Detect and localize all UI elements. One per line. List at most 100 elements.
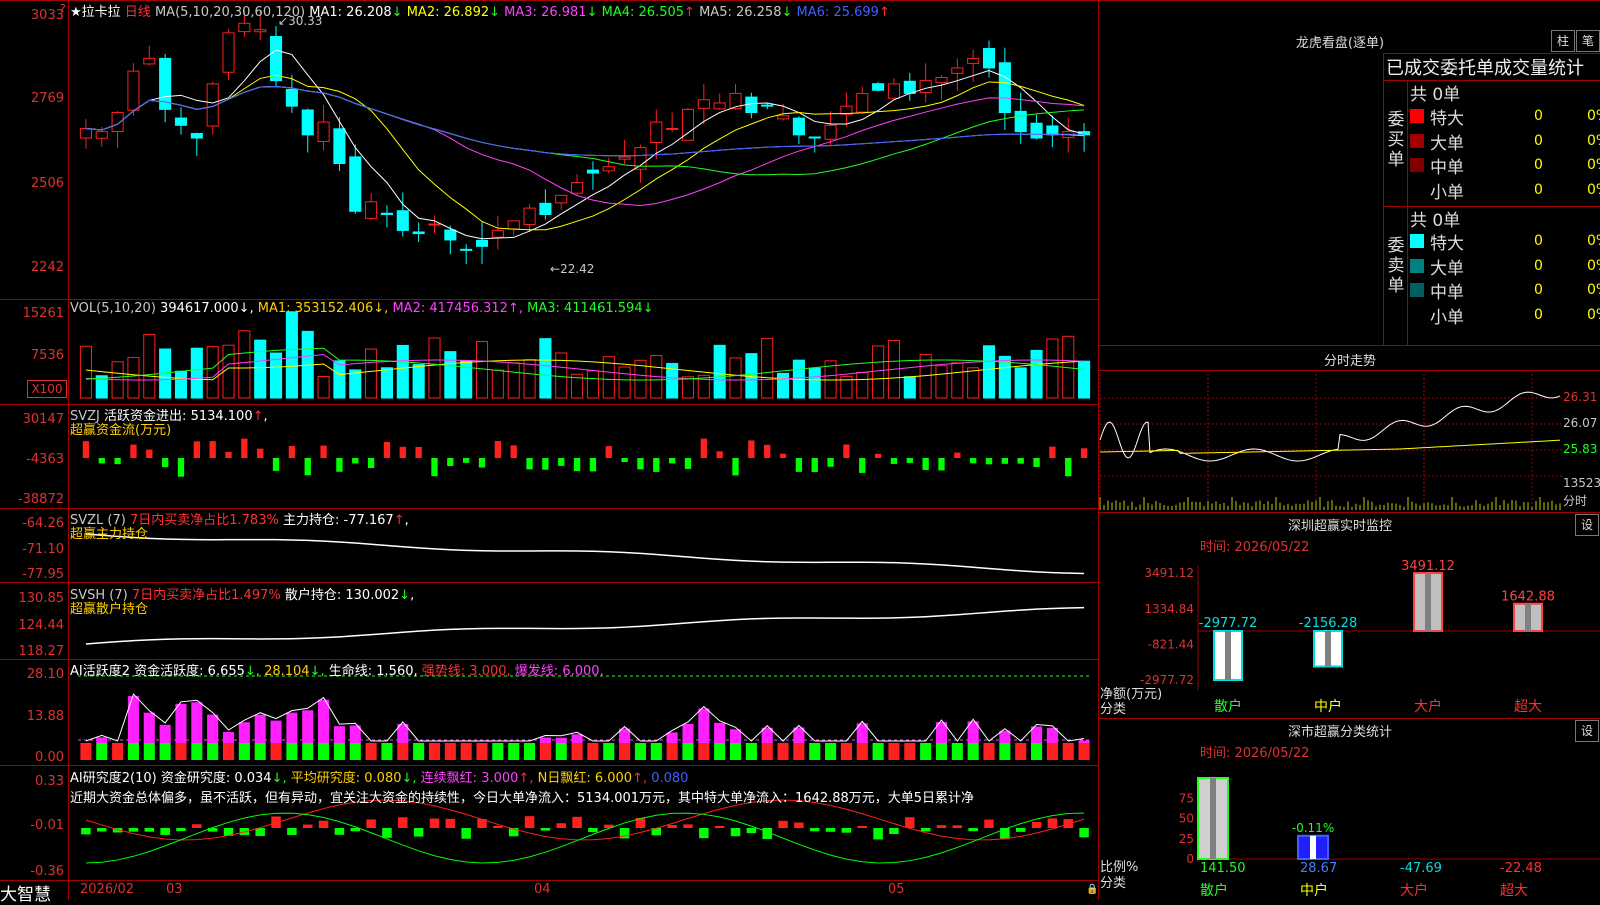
class-settings-button[interactable]: 设 <box>1575 720 1599 742</box>
fund-flow-bar <box>700 438 707 458</box>
volume-bar <box>412 364 425 399</box>
candle-body <box>903 80 916 94</box>
volume-bar <box>967 367 980 399</box>
activity-base-bar <box>967 743 979 760</box>
activity-bar <box>191 702 203 743</box>
research-bar <box>588 828 598 833</box>
y-label-svsh-1: 124.44 <box>18 618 65 633</box>
candle-body <box>982 48 996 69</box>
volume-bar <box>285 311 298 399</box>
activity-base-bar <box>524 743 536 760</box>
research-bar <box>936 825 947 828</box>
activity-base-bar <box>825 743 837 760</box>
candle-body <box>475 239 489 247</box>
activity-base-bar <box>761 743 773 760</box>
sell-row-name: 小单 <box>1430 307 1464 328</box>
volume-bar <box>777 372 790 399</box>
activity-base-bar <box>191 743 203 760</box>
research-bar <box>413 828 424 837</box>
vol-ma1: 353152.406 <box>294 301 374 316</box>
candle-body <box>808 136 821 139</box>
ma-item-6: MA6: 25.699↑ <box>796 5 890 20</box>
volume-bar <box>143 333 156 399</box>
activity-base-bar <box>856 743 868 760</box>
sell-row-3: 小单 0 0% <box>1382 303 1600 328</box>
y-label-svzj-0: 30147 <box>22 412 64 427</box>
svzj-subtitle: 超赢资金流(万元) <box>70 423 172 438</box>
fund-flow-bar <box>241 438 248 458</box>
candle-body <box>887 83 900 99</box>
candle-body <box>919 80 932 93</box>
fund-flow-bar <box>478 458 486 468</box>
research-bar <box>905 817 915 828</box>
vol-unit-badge[interactable]: X100 <box>27 380 67 398</box>
activity-base-bar <box>159 743 171 760</box>
candle-body <box>1030 122 1043 139</box>
tick-mode-button[interactable]: 笔 <box>1576 30 1600 52</box>
research-bar <box>366 819 376 828</box>
y-label-main-2: 2506 <box>30 176 64 191</box>
y-label-ai-1: 13.88 <box>26 709 64 724</box>
fund-flow-bar <box>542 458 549 470</box>
period-label[interactable]: 日线 <box>125 5 151 20</box>
class-bar-shade-1 <box>1310 835 1316 859</box>
fund-flow-bar <box>431 458 438 477</box>
buy-swatch-3 <box>1410 182 1424 197</box>
research-bar <box>920 828 931 832</box>
kline-indicator-canvas[interactable] <box>0 0 1100 900</box>
activity-base-bar <box>619 743 631 760</box>
activity-bar <box>318 699 330 743</box>
activity-base-bar <box>365 743 377 760</box>
activity-base-bar <box>745 743 757 760</box>
lock-icon[interactable]: 🔒 <box>1086 884 1098 895</box>
candle-body <box>792 117 805 136</box>
bar-mode-button[interactable]: 柱 <box>1551 30 1575 52</box>
fund-flow-bar <box>637 458 644 470</box>
class-bar-1 <box>1297 834 1329 860</box>
fund-flow-bar <box>922 458 929 470</box>
activity-bar <box>207 714 219 743</box>
candle-body <box>523 207 536 225</box>
activity-bar <box>96 737 108 743</box>
candle-body <box>79 127 92 139</box>
stock-name[interactable]: ★拉卡拉 <box>70 5 121 20</box>
intraday-avg-line <box>1099 439 1561 454</box>
research-bar <box>144 828 155 832</box>
activity-base-bar <box>96 743 108 760</box>
candle-body <box>428 223 441 226</box>
class-top-line <box>1098 718 1600 719</box>
research-bar <box>524 816 535 828</box>
buy-swatch-1 <box>1410 133 1424 148</box>
sell-row-1: 大单 0 0% <box>1382 254 1600 279</box>
research-bar <box>889 828 899 835</box>
y-label-svzl-0: -64.26 <box>22 516 64 531</box>
candle-body <box>1014 110 1027 133</box>
brand-logo: 大智慧 <box>0 885 51 905</box>
svzl-subtitle: 超赢主力持仓 <box>70 527 149 542</box>
monitor-bar-3 <box>1513 602 1543 632</box>
volume-bar <box>872 345 885 399</box>
class-y-label-3: 0 <box>1186 852 1194 866</box>
monitor-settings-button[interactable]: 设 <box>1575 514 1599 536</box>
fund-flow-bar <box>161 458 169 468</box>
class-bar-label: -0.11% <box>1292 821 1334 835</box>
activity-base-bar <box>112 743 124 760</box>
buy-row-value: 0 <box>1534 157 1543 173</box>
research-bar <box>318 820 329 828</box>
activity-base-bar <box>1078 743 1090 760</box>
activity-base-bar <box>714 743 726 760</box>
activity-base-bar <box>840 743 852 760</box>
activity-bar <box>302 710 314 743</box>
volume-bar <box>1078 360 1091 399</box>
volume-bar <box>1014 367 1027 399</box>
research-bar <box>952 825 963 828</box>
svsh-value: 130.002 <box>345 588 400 603</box>
candle-body <box>95 131 108 139</box>
activity-base-bar <box>381 743 393 760</box>
fund-flow-bar <box>146 449 153 458</box>
volume-bar <box>586 370 599 399</box>
research-bar <box>1000 828 1010 840</box>
candle-body <box>824 124 837 140</box>
candle-body <box>586 169 599 174</box>
candle-body <box>951 67 964 74</box>
